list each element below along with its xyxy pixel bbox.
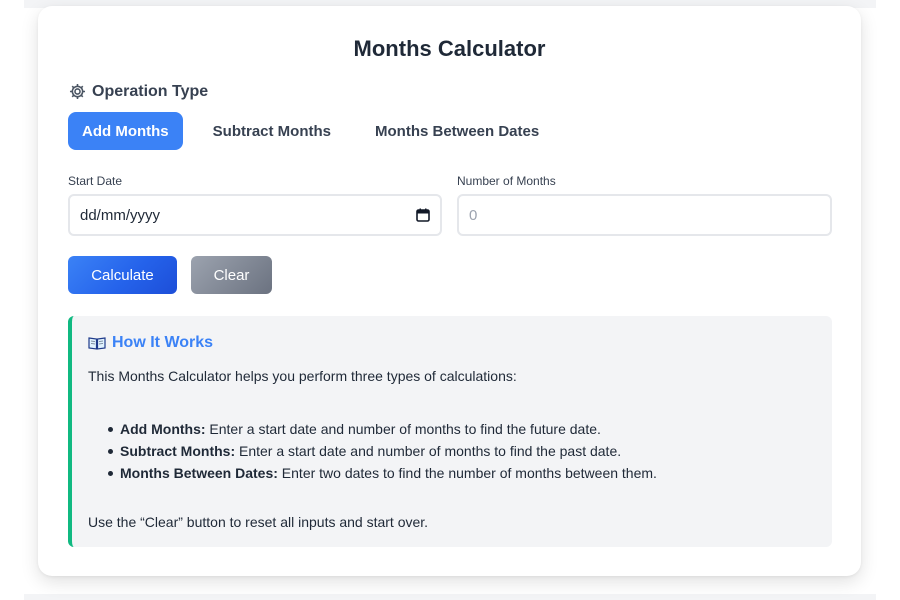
info-intro-text: This Months Calculator helps you perform… [88,368,517,384]
calculator-card: Months Calculator Operation Type Add Mon… [38,6,861,576]
list-item-desc: Enter a start date and number of months … [205,421,601,437]
background-strip-bottom [24,594,876,600]
list-item: Add Months: Enter a start date and numbe… [108,418,657,440]
calculate-button[interactable]: Calculate [68,256,177,294]
number-of-months-input[interactable]: 0 [457,194,832,236]
info-outro-text: Use the “Clear” button to reset all inpu… [88,514,429,530]
list-item-term: Months Between Dates: [120,465,278,481]
start-date-label: Start Date [68,174,123,188]
gear-icon [68,82,87,101]
how-it-works-title: How It Works [88,334,213,352]
calendar-icon[interactable] [416,208,430,222]
tab-add-months[interactable]: Add Months [68,112,183,150]
list-item-term: Subtract Months: [120,443,236,459]
list-item: Months Between Dates: Enter two dates to… [108,462,657,484]
list-item-desc: Enter two dates to find the number of mo… [277,465,657,481]
start-date-input[interactable]: dd/mm/yyyy [68,194,442,236]
list-item: Subtract Months: Enter a start date and … [108,440,657,462]
list-item-term: Add Months: [120,421,206,437]
info-list: Add Months: Enter a start date and numbe… [108,418,657,484]
number-of-months-label: Number of Months [457,174,556,188]
list-item-desc: Enter a start date and number of months … [235,443,622,459]
operation-type-header: Operation Type [68,82,208,101]
how-it-works-panel: How It Works This Months Calculator help… [68,316,832,547]
operation-type-label: Operation Type [92,82,209,100]
page-title: Months Calculator [353,36,546,61]
start-date-field: Start Date dd/mm/yyyy [68,174,442,236]
how-it-works-title-text: How It Works [112,334,214,351]
clear-button[interactable]: Clear [191,256,272,294]
operation-tabs: Add Months Subtract Months Months Betwee… [68,112,553,150]
book-icon [88,336,106,350]
number-of-months-field: Number of Months 0 [457,174,832,236]
tab-months-between-dates[interactable]: Months Between Dates [361,112,553,150]
start-date-placeholder: dd/mm/yyyy [80,206,161,224]
tab-subtract-months[interactable]: Subtract Months [199,112,345,150]
number-of-months-placeholder: 0 [469,206,478,224]
